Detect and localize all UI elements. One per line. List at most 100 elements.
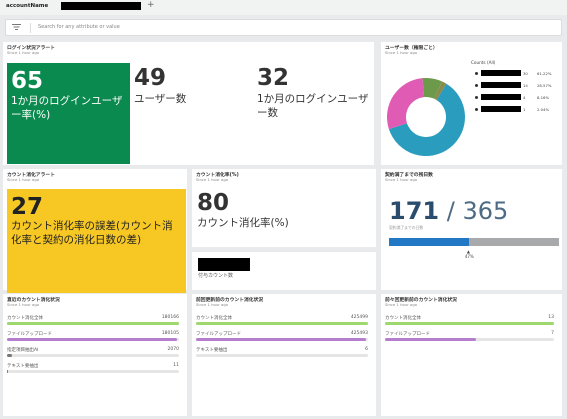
days-remaining: 171 bbox=[389, 197, 440, 225]
previous-period-consumption-card: 前々回更新前のカウント消化状況 Since 1 hour ago カウント消化全… bbox=[381, 294, 562, 416]
consumption-gap-billboard: 27 カウント消化率の誤差(カウント消化率と契約の消化日数の差) bbox=[7, 189, 186, 293]
consumption-alert-card: カウント消化アラート Since 1 hour ago 27 カウント消化率の誤… bbox=[3, 169, 187, 293]
login-rate-billboard: 65 1か月のログインユーザー率(%) bbox=[7, 63, 130, 164]
donut-slice[interactable] bbox=[387, 78, 425, 130]
top-bar: accountName + bbox=[0, 0, 567, 15]
legend-dot bbox=[475, 71, 478, 75]
row-bar-fill bbox=[385, 322, 554, 325]
row-bar-fill bbox=[7, 338, 178, 341]
redacted-role-name bbox=[481, 106, 521, 112]
days-sub-label: 契約満了までの日数 bbox=[389, 225, 424, 230]
days-progress-fill bbox=[389, 238, 469, 246]
paid-count-card: 付与カウント数 bbox=[192, 252, 376, 290]
card-since: Since 1 hour ago bbox=[196, 177, 229, 182]
monthly-login-users-label: 1か月のログインユーザー数 bbox=[257, 93, 369, 120]
consumption-row: カウント消化全体 13 bbox=[385, 315, 554, 325]
recent-consumption-card: 直近のカウント消化状況 Since 1 hour ago カウント消化全体 180… bbox=[3, 294, 187, 416]
consumption-row: カウント消化全体 180166 bbox=[7, 315, 179, 325]
progress-percent: 47% bbox=[464, 254, 474, 259]
user-count-value: 49 bbox=[134, 65, 167, 91]
row-label: ファイルアップロード bbox=[385, 332, 430, 337]
legend-item[interactable]: 30 61.22% bbox=[475, 70, 559, 76]
paid-count-label: 付与カウント数 bbox=[198, 273, 234, 279]
row-value: 2070 bbox=[167, 347, 179, 352]
redacted-paid-count bbox=[198, 258, 250, 271]
account-name[interactable]: accountName bbox=[6, 3, 48, 9]
legend-dot bbox=[475, 83, 478, 87]
row-value: 11 bbox=[173, 363, 179, 368]
row-bar-track bbox=[7, 370, 179, 373]
row-label: ファイルアップロード bbox=[196, 332, 241, 337]
days-total: 365 bbox=[462, 197, 509, 225]
days-fraction: 171 / 365 bbox=[389, 197, 508, 225]
prev-contract-consumption-card: 前回更新前のカウント消化状況 Since 1 hour ago カウント消化全体… bbox=[192, 294, 376, 416]
legend-title: Counts (All) bbox=[471, 60, 496, 65]
add-tab-icon[interactable]: + bbox=[147, 0, 155, 10]
filter-icon[interactable] bbox=[12, 23, 21, 33]
legend-count: 4 bbox=[523, 94, 526, 100]
row-bar-fill bbox=[7, 370, 8, 373]
legend-count: 30 bbox=[523, 70, 528, 76]
row-bar-fill bbox=[7, 322, 179, 325]
user-count-pie-card: ユーザー数（権限ごと） Since 1 hour ago Counts (All… bbox=[381, 42, 562, 165]
card-since: Since 1 hour ago bbox=[7, 177, 40, 182]
consumption-row: 指定項目抽出AI 2070 bbox=[7, 347, 179, 357]
card-since: Since 1 hour ago bbox=[385, 177, 418, 182]
consumption-row: テキスト要抽出 6 bbox=[196, 347, 368, 357]
row-value: 425499 bbox=[350, 315, 368, 320]
row-label: カウント消化全体 bbox=[196, 316, 232, 321]
login-rate-label: 1か月のログインユーザー率(%) bbox=[11, 95, 123, 122]
search-input[interactable]: Search for any attribute or value bbox=[38, 24, 120, 30]
row-label: 指定項目抽出AI bbox=[7, 348, 39, 353]
legend-count: 1 bbox=[523, 106, 526, 112]
contract-days-card: 契約満了までの残日数 Since 1 hour ago 171 / 365 契約… bbox=[381, 169, 562, 290]
consumption-row: ファイルアップロード 7 bbox=[385, 331, 554, 341]
row-label: テキスト要抽出 bbox=[7, 364, 39, 369]
legend-dot bbox=[475, 95, 478, 99]
row-bar-fill bbox=[196, 338, 367, 341]
row-bar-fill bbox=[196, 322, 368, 325]
redacted-role-name bbox=[481, 70, 521, 76]
row-value: 13 bbox=[548, 315, 554, 320]
consumption-gap-value: 27 bbox=[11, 194, 44, 220]
row-label: ファイルアップロード bbox=[7, 332, 52, 337]
card-since: Since 1 hour ago bbox=[385, 50, 418, 55]
consumption-row: ファイルアップロード 425493 bbox=[196, 331, 368, 341]
fraction-separator: / bbox=[439, 197, 463, 225]
card-since: Since 1 hour ago bbox=[196, 302, 229, 307]
login-rate-value: 65 bbox=[11, 68, 44, 94]
legend-percent: 28.57% bbox=[537, 82, 552, 88]
row-value: 6 bbox=[365, 347, 368, 352]
legend-percent: 2.04% bbox=[537, 106, 550, 112]
legend-item[interactable]: 1 2.04% bbox=[475, 106, 559, 112]
consumption-rate-value: 80 bbox=[197, 190, 230, 216]
redacted-account-id bbox=[61, 2, 141, 10]
search-bar[interactable]: Search for any attribute or value bbox=[5, 19, 562, 36]
row-value: 180166 bbox=[161, 315, 179, 320]
card-since: Since 1 hour ago bbox=[385, 302, 418, 307]
row-label: カウント消化全体 bbox=[385, 316, 421, 321]
legend-percent: 8.16% bbox=[537, 94, 550, 100]
legend-item[interactable]: 4 8.16% bbox=[475, 94, 559, 100]
card-since: Since 1 hour ago bbox=[7, 302, 40, 307]
consumption-row: テキスト要抽出 11 bbox=[7, 363, 179, 373]
legend-item[interactable]: 14 28.57% bbox=[475, 82, 559, 88]
row-value: 425493 bbox=[350, 331, 368, 336]
row-bar-track bbox=[196, 354, 368, 357]
row-label: カウント消化全体 bbox=[7, 316, 43, 321]
row-value: 7 bbox=[551, 331, 554, 336]
redacted-role-name bbox=[481, 94, 521, 100]
legend-count: 14 bbox=[523, 82, 528, 88]
consumption-gap-label: カウント消化率の誤差(カウント消化率と契約の消化日数の差) bbox=[11, 220, 173, 247]
row-value: 180105 bbox=[161, 331, 179, 336]
row-bar-track bbox=[7, 354, 179, 357]
days-progress-bar bbox=[389, 238, 559, 246]
monthly-login-users-value: 32 bbox=[257, 65, 290, 91]
legend-dot bbox=[475, 107, 478, 111]
consumption-rate-label: カウント消化率(%) bbox=[197, 217, 289, 229]
login-alert-card: ログイン状況アラート Since 1 hour ago 65 1か月のログインユ… bbox=[3, 42, 374, 165]
row-label: テキスト要抽出 bbox=[196, 348, 228, 353]
card-since: Since 1 hour ago bbox=[7, 50, 40, 55]
consumption-row: カウント消化全体 425499 bbox=[196, 315, 368, 325]
row-bar-fill bbox=[7, 354, 13, 357]
